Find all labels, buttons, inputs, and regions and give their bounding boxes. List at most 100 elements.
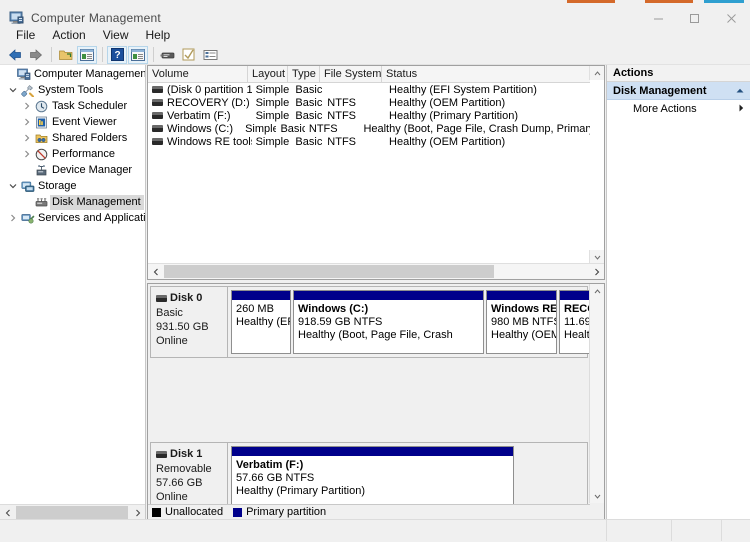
- tree-item-performance[interactable]: Performance: [0, 146, 145, 162]
- chevron-up-icon[interactable]: [736, 86, 744, 95]
- column-header-file-system[interactable]: File System: [320, 66, 382, 82]
- tree-item-label: Task Scheduler: [52, 99, 128, 112]
- partition-text: 260 MB Healthy (EF: [232, 301, 290, 329]
- disk-view-vertical-scrollbar[interactable]: [589, 284, 604, 503]
- svg-text:?: ?: [114, 50, 120, 61]
- partition-text: Windows RE t 980 MB NTFS Healthy (OEM: [487, 301, 556, 342]
- sidebar-item-disk-management[interactable]: Disk Management: [0, 194, 145, 210]
- legend-label: Unallocated: [165, 506, 224, 518]
- partition-windows-re[interactable]: Windows RE t 980 MB NTFS Healthy (OEM: [486, 290, 557, 354]
- disk-state: Online: [156, 335, 188, 347]
- cell-file-system: NTFS: [327, 135, 357, 148]
- toolbar: ?: [0, 45, 750, 65]
- disk-name: Disk 0: [170, 292, 203, 304]
- tree-item-event-viewer[interactable]: Event Viewer: [0, 114, 145, 130]
- clock-icon: [33, 98, 50, 114]
- legend-item-unallocated: Unallocated: [152, 506, 223, 518]
- refresh-icon[interactable]: [128, 45, 148, 64]
- table-row[interactable]: Verbatim (F:) Simple Basic NTFS Healthy …: [148, 109, 604, 122]
- tree-item-services-and-applications[interactable]: Services and Applications: [0, 210, 145, 226]
- tree-item-device-manager[interactable]: Device Manager: [0, 162, 145, 178]
- chevron-right-icon[interactable]: [739, 104, 744, 114]
- partition-status: Healthy (Primary Partition): [236, 485, 365, 497]
- column-header-type[interactable]: Type: [288, 66, 320, 82]
- volume-list[interactable]: Volume Layout Type File System Status (D…: [147, 65, 605, 280]
- scroll-left-icon[interactable]: [0, 505, 15, 520]
- rescan-disks-icon[interactable]: [158, 46, 178, 64]
- scroll-left-icon[interactable]: [148, 264, 163, 279]
- actions-group-disk-management[interactable]: Disk Management: [607, 82, 750, 100]
- menu-action[interactable]: Action: [44, 27, 94, 44]
- partition-size: 57.66 GB NTFS: [236, 472, 315, 484]
- chevron-right-icon[interactable]: [20, 146, 33, 162]
- chevron-right-icon[interactable]: [20, 98, 33, 114]
- actions-pane: Actions Disk Management More Actions: [606, 65, 750, 520]
- actions-item-more-actions[interactable]: More Actions: [607, 100, 750, 117]
- services-icon: [19, 210, 36, 226]
- partition-bar: [232, 291, 290, 301]
- tree-item-storage[interactable]: Storage: [0, 178, 145, 194]
- scroll-thumb[interactable]: [164, 265, 494, 278]
- properties-icon[interactable]: [77, 45, 97, 64]
- scroll-thumb[interactable]: [16, 506, 128, 519]
- disk-label-disk-0[interactable]: Disk 0 Basic 931.50 GB Online: [150, 286, 228, 358]
- check-icon[interactable]: [179, 46, 199, 64]
- menu-help[interactable]: Help: [138, 27, 180, 44]
- sidebar-item-label: Disk Management: [50, 194, 144, 210]
- partition-efi[interactable]: 260 MB Healthy (EF: [231, 290, 291, 354]
- scroll-right-icon[interactable]: [589, 264, 604, 279]
- column-header-volume[interactable]: Volume: [148, 66, 248, 82]
- list-view-icon[interactable]: [200, 46, 220, 64]
- cell-type: Basic: [295, 109, 323, 122]
- scroll-right-icon[interactable]: [130, 505, 145, 520]
- chevron-down-icon[interactable]: [6, 82, 19, 98]
- status-segment-3: [721, 520, 750, 541]
- scroll-down-icon[interactable]: [590, 489, 604, 503]
- menu-view[interactable]: View: [95, 27, 138, 44]
- chevron-right-icon[interactable]: [20, 114, 33, 130]
- partition-bar: [294, 291, 483, 301]
- tree-item-shared-folders[interactable]: Shared Folders: [0, 130, 145, 146]
- scroll-up-icon[interactable]: [589, 66, 604, 80]
- table-row[interactable]: (Disk 0 partition 1) Simple Basic Health…: [148, 83, 604, 96]
- cell-volume: Windows RE tools: [167, 135, 252, 148]
- disk-partitions-disk-0: 260 MB Healthy (EF Windows (C:) 918.59 G…: [228, 286, 604, 358]
- cell-volume: RECOVERY (D:): [167, 96, 250, 109]
- chevron-right-icon[interactable]: [6, 210, 19, 226]
- tree-item-system-tools[interactable]: System Tools: [0, 82, 145, 98]
- back-icon[interactable]: [5, 46, 25, 64]
- scroll-down-icon[interactable]: [589, 250, 604, 264]
- tree-root-label: Computer Management (Local: [34, 67, 146, 80]
- cell-file-system: NTFS: [308, 122, 338, 135]
- cell-file-system: NTFS: [327, 109, 357, 122]
- volume-icon: [152, 86, 163, 93]
- volume-list-horizontal-scrollbar[interactable]: [148, 263, 604, 279]
- partition-bar: [487, 291, 556, 301]
- chevron-down-icon[interactable]: [6, 178, 19, 194]
- chevron-right-icon[interactable]: [20, 130, 33, 146]
- disk-kind: Basic: [156, 307, 183, 319]
- status-bar: [0, 519, 750, 542]
- column-header-layout[interactable]: Layout: [248, 66, 288, 82]
- volume-list-vertical-scrollbar[interactable]: [589, 66, 604, 279]
- twisty-none: [20, 194, 33, 210]
- help-icon[interactable]: ?: [107, 45, 127, 64]
- partition-windows-c[interactable]: Windows (C:) 918.59 GB NTFS Healthy (Boo…: [293, 290, 484, 354]
- table-row[interactable]: Windows (C:) Simple Basic NTFS Healthy (…: [148, 122, 604, 135]
- cell-status: Healthy (Boot, Page File, Crash Dump, Pr…: [363, 122, 604, 135]
- scroll-up-icon[interactable]: [590, 284, 604, 298]
- partition-status: Healthy (OEM: [491, 329, 556, 341]
- device-manager-icon: [33, 162, 50, 178]
- disk-row-disk-0[interactable]: Disk 0 Basic 931.50 GB Online 260 MB Hea…: [150, 286, 604, 358]
- toolbar-separator-1: [51, 47, 52, 62]
- show-hide-console-tree-icon[interactable]: [56, 46, 76, 64]
- menu-file[interactable]: File: [8, 27, 44, 44]
- tree-root-computer-management[interactable]: Computer Management (Local: [0, 66, 146, 82]
- table-row[interactable]: RECOVERY (D:) Simple Basic NTFS Healthy …: [148, 96, 604, 109]
- tree-item-task-scheduler[interactable]: Task Scheduler: [0, 98, 145, 114]
- tree-horizontal-scrollbar[interactable]: [0, 504, 145, 520]
- forward-icon[interactable]: [26, 46, 46, 64]
- partition-verbatim-f[interactable]: Verbatim (F:) 57.66 GB NTFS Healthy (Pri…: [231, 446, 514, 510]
- column-header-status[interactable]: Status: [382, 66, 592, 82]
- table-row[interactable]: Windows RE tools Simple Basic NTFS Healt…: [148, 135, 604, 148]
